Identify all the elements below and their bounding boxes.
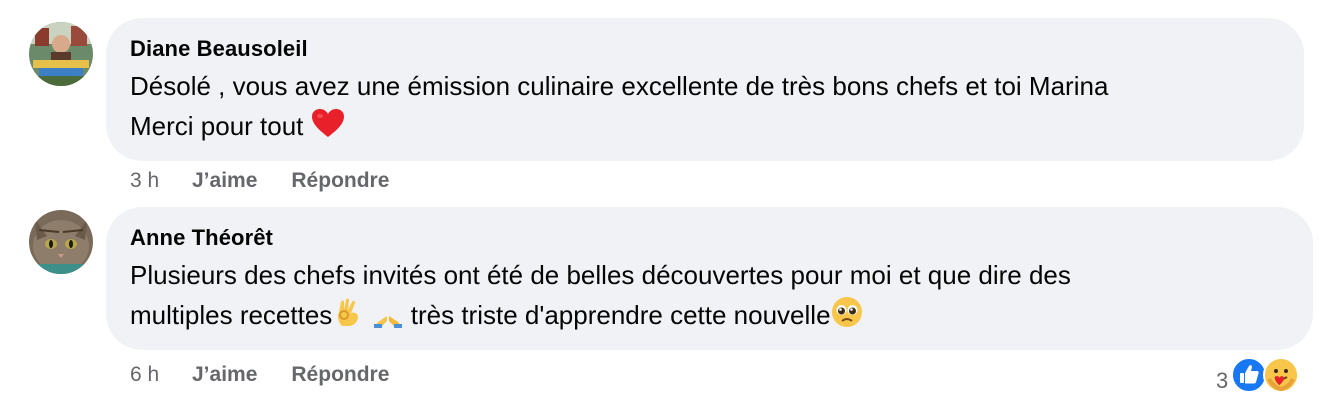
red-heart-icon — [311, 108, 345, 149]
comment-line-text: multiples recettes — [130, 300, 333, 330]
comment-actions: 6 h J’aime Répondre — [130, 360, 389, 390]
ok-hand-icon — [332, 296, 364, 339]
avatar[interactable] — [29, 22, 93, 86]
comment-author[interactable]: Anne Théorêt — [130, 225, 1289, 251]
pleading-face-icon — [831, 296, 863, 339]
comment-line-text: très triste d'apprendre cette nouvelle — [403, 300, 831, 330]
care-reaction-icon — [1263, 357, 1300, 404]
comment-line: Merci pour tout — [130, 106, 1280, 149]
comment-text: Plusieurs des chefs invités ont été de b… — [130, 255, 1289, 339]
comment-line-text: Merci pour tout — [130, 111, 304, 141]
like-button[interactable]: J’aime — [192, 360, 257, 390]
reaction-summary[interactable]: 3 — [1216, 357, 1300, 393]
reply-button[interactable]: Répondre — [291, 360, 389, 390]
comment-line: multiples recettes très triste d'apprend… — [130, 295, 1289, 339]
reply-button[interactable]: Répondre — [291, 166, 389, 196]
profile-photo-cat-icon — [29, 210, 93, 274]
comment-text: Désolé , vous avez une émission culinair… — [130, 66, 1280, 149]
comment-bubble: Diane Beausoleil Désolé , vous avez une … — [106, 18, 1304, 161]
comment-actions: 3 h J’aime Répondre — [130, 166, 389, 196]
like-button[interactable]: J’aime — [192, 166, 257, 196]
comment-timestamp[interactable]: 6 h — [130, 360, 192, 390]
comment-bubble: Anne Théorêt Plusieurs des chefs invités… — [106, 207, 1313, 350]
profile-photo-diane-icon — [29, 22, 93, 86]
folded-hands-icon — [372, 296, 404, 339]
comment-line: Désolé , vous avez une émission culinair… — [130, 71, 1109, 101]
avatar[interactable] — [29, 210, 93, 274]
comment-author[interactable]: Diane Beausoleil — [130, 36, 1280, 62]
comment-timestamp[interactable]: 3 h — [130, 166, 192, 196]
reaction-count: 3 — [1216, 367, 1229, 393]
like-reaction-icon — [1231, 357, 1268, 404]
comment-line: Plusieurs des chefs invités ont été de b… — [130, 260, 1071, 290]
